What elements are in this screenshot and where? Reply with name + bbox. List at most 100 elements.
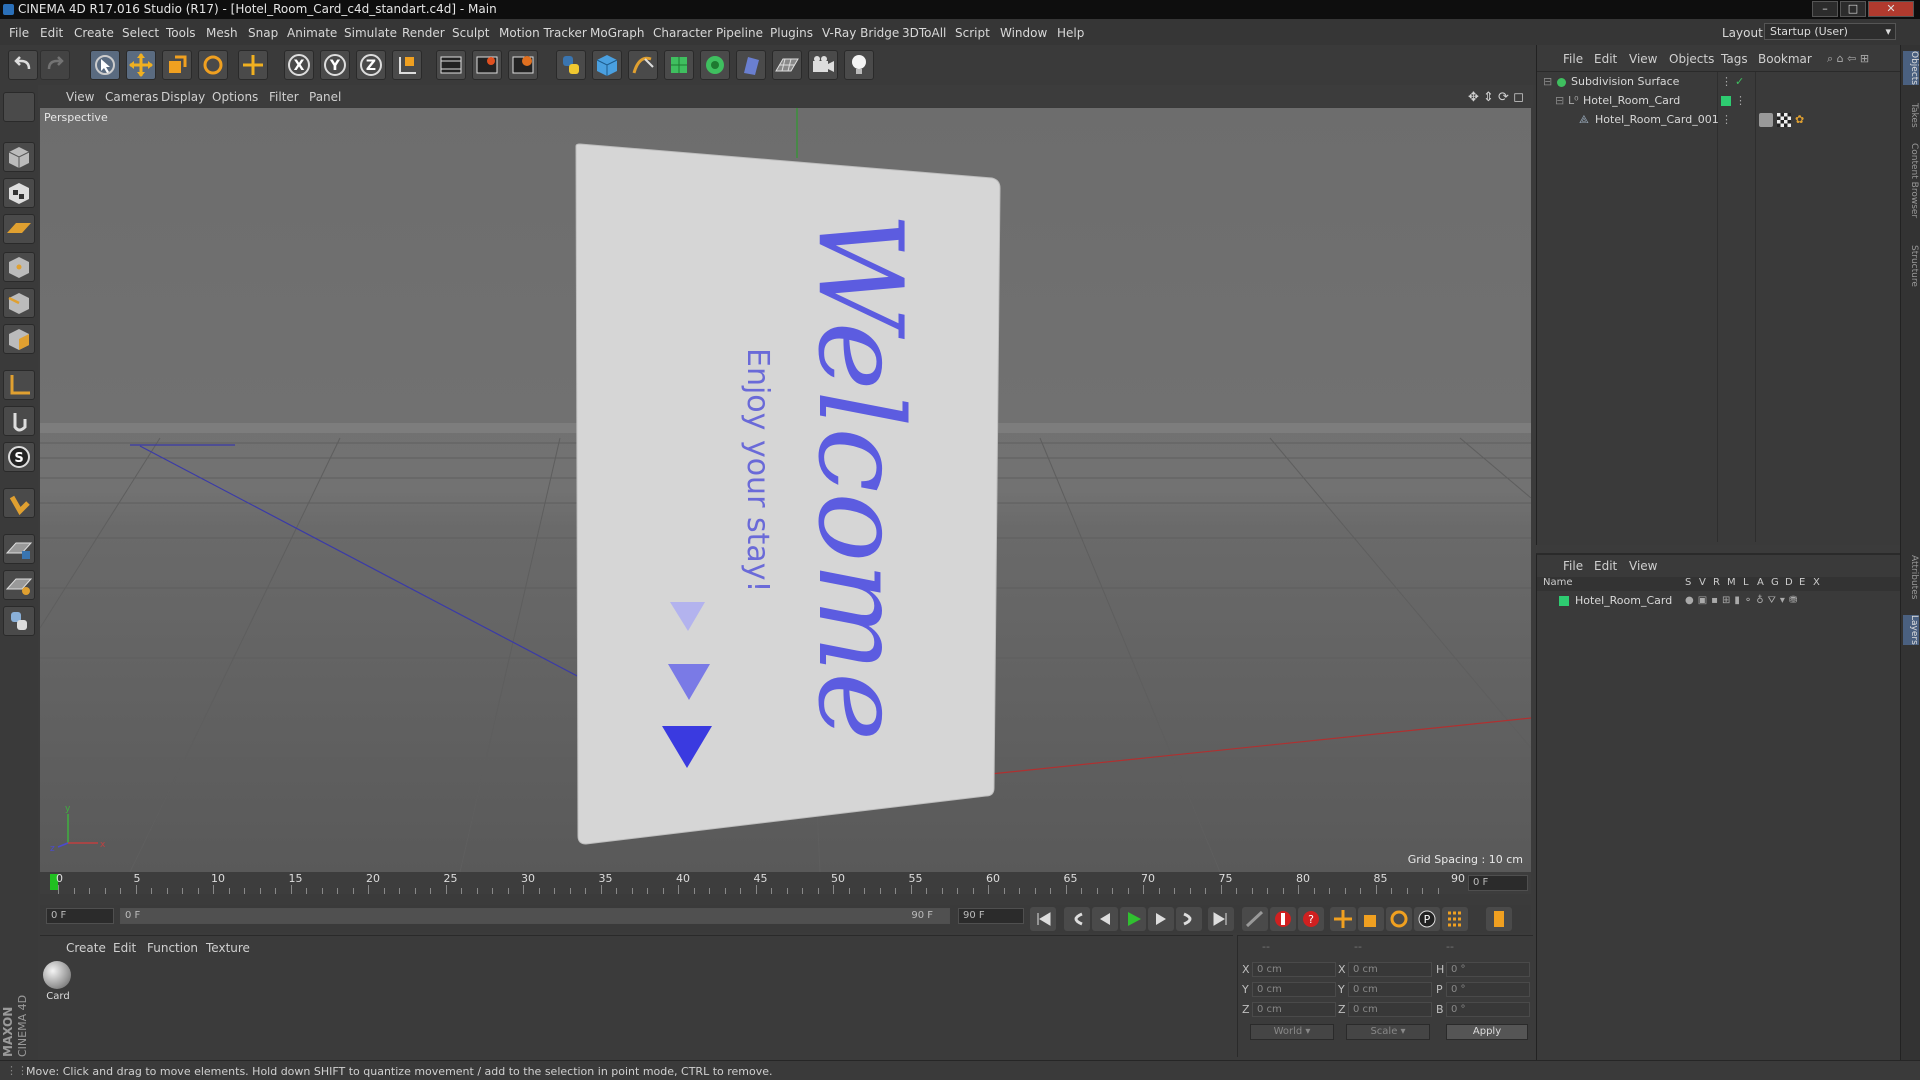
menu-pipeline[interactable]: Pipeline	[716, 26, 763, 40]
preview-range-slider[interactable]: 0 F 90 F	[120, 908, 950, 924]
coord-size-x-field[interactable]: 0 cm	[1348, 962, 1432, 977]
deformer-icon[interactable]	[736, 50, 766, 80]
material-menu-function[interactable]: Function	[147, 941, 198, 955]
layer-row[interactable]: Hotel_Room_Card ●▣▪⊞▮⚬♁⛛▾⛃	[1537, 592, 1901, 610]
menu-simulate[interactable]: Simulate	[344, 26, 397, 40]
viewport-menu-display[interactable]: Display	[161, 90, 205, 104]
menu-3dtoall[interactable]: 3DToAll	[902, 26, 946, 40]
object-row-hotel-room-card-001[interactable]: ⟁ Hotel_Room_Card_001 ⋮ ✿	[1537, 111, 1901, 129]
menu-help[interactable]: Help	[1057, 26, 1084, 40]
3d-viewport[interactable]: Welcome Enjoy your stay! y x z Perspecti…	[40, 108, 1531, 872]
coord-pos-y-field[interactable]: 0 cm	[1252, 982, 1336, 997]
material-menu-texture[interactable]: Texture	[206, 941, 250, 955]
menu-plugins[interactable]: Plugins	[770, 26, 813, 40]
menu-mesh[interactable]: Mesh	[206, 26, 238, 40]
apply-button[interactable]: Apply	[1446, 1024, 1528, 1040]
viewport-menu-panel[interactable]: Panel	[309, 90, 341, 104]
phong-tag-icon[interactable]	[1759, 113, 1773, 127]
visibility-dots-icon[interactable]: ⋮	[1721, 73, 1732, 91]
side-tab-objects[interactable]: Objects	[1903, 51, 1919, 86]
current-frame-field[interactable]: 0 F	[1468, 875, 1528, 891]
coord-pos-x-field[interactable]: 0 cm	[1252, 962, 1336, 977]
python-icon[interactable]	[556, 50, 586, 80]
collapse-icon[interactable]: ⊟	[1543, 73, 1552, 91]
side-tab-takes[interactable]: Takes	[1903, 103, 1919, 128]
collapse-icon[interactable]: ⊟	[1555, 92, 1564, 110]
render-view-icon[interactable]	[436, 50, 466, 80]
pen-spline-icon[interactable]	[628, 50, 658, 80]
object-menu-bookmarks[interactable]: Bookmar	[1758, 52, 1812, 66]
visibility-dots-icon[interactable]: ⋮	[1721, 111, 1732, 129]
object-manager-search-icon[interactable]: ⌕ ⌂ ⇦ ⊞	[1827, 52, 1869, 66]
cube-object-icon[interactable]	[592, 50, 622, 80]
viewport-menu-filter[interactable]: Filter	[269, 90, 299, 104]
object-menu-objects[interactable]: Objects	[1669, 52, 1714, 66]
material-menu-edit[interactable]: Edit	[113, 941, 136, 955]
lock-workplane-icon[interactable]	[3, 534, 35, 564]
material-swatch[interactable]: Card	[43, 961, 73, 1007]
cloner-icon[interactable]	[700, 50, 730, 80]
z-axis-lock-icon[interactable]: Z	[356, 50, 386, 80]
make-editable-icon[interactable]	[3, 92, 35, 122]
side-tab-layers[interactable]: Layers	[1903, 615, 1919, 645]
object-row-subdivision-surface[interactable]: ⊟ Subdivision Surface ⋮ ✓	[1537, 73, 1901, 91]
coord-rot-h-field[interactable]: 0 °	[1446, 962, 1530, 977]
snapping-icon[interactable]: S	[3, 442, 35, 472]
object-row-hotel-room-card[interactable]: ⊟ L⁰ Hotel_Room_Card ⋮	[1537, 92, 1901, 110]
light-object-icon[interactable]	[844, 50, 874, 80]
move-tool-icon[interactable]	[126, 50, 156, 80]
python-script-icon[interactable]	[3, 606, 35, 636]
menu-select[interactable]: Select	[122, 26, 159, 40]
menu-animate[interactable]: Animate	[287, 26, 337, 40]
model-mode-icon[interactable]	[3, 142, 35, 172]
menu-snap[interactable]: Snap	[248, 26, 278, 40]
timeline-ruler[interactable]: 0 5 10 15 20 25 30 35 40 45 50 55 60 65 70 75 80 85 90 0 F	[40, 872, 1531, 894]
magnet-icon[interactable]	[3, 488, 35, 518]
y-axis-lock-icon[interactable]: Y	[320, 50, 350, 80]
visibility-dots-icon[interactable]: ⋮	[1735, 92, 1746, 110]
object-menu-tags[interactable]: Tags	[1721, 52, 1748, 66]
coord-size-y-field[interactable]: 0 cm	[1348, 982, 1432, 997]
object-menu-view[interactable]: View	[1629, 52, 1657, 66]
menu-render[interactable]: Render	[402, 26, 445, 40]
coord-rot-b-field[interactable]: 0 °	[1446, 1002, 1530, 1017]
scale-tool-icon[interactable]	[162, 50, 192, 80]
x-axis-lock-icon[interactable]: X	[284, 50, 314, 80]
render-picture-viewer-icon[interactable]	[472, 50, 502, 80]
viewport-navigation-icon[interactable]: ✥ ⇕ ⟳ ◻	[1468, 90, 1524, 105]
axis-mode-icon[interactable]	[3, 370, 35, 400]
maximize-button[interactable]: □	[1840, 1, 1866, 17]
redo-button[interactable]	[40, 50, 70, 80]
side-tab-attributes[interactable]: Attributes	[1903, 555, 1919, 599]
menu-tools[interactable]: Tools	[166, 26, 196, 40]
live-selection-icon[interactable]	[90, 50, 120, 80]
menu-script[interactable]: Script	[955, 26, 990, 40]
layer-menu-view[interactable]: View	[1629, 559, 1657, 573]
menu-create[interactable]: Create	[74, 26, 114, 40]
menu-sculpt[interactable]: Sculpt	[452, 26, 489, 40]
menu-mograph[interactable]: MoGraph	[590, 26, 645, 40]
menu-character[interactable]: Character	[653, 26, 712, 40]
enabled-check-icon[interactable]: ✓	[1735, 73, 1744, 91]
viewport-menu-options[interactable]: Options	[212, 90, 258, 104]
coordinate-mode-select[interactable]: World ▾	[1250, 1024, 1334, 1040]
side-tab-content-browser[interactable]: Content Browser	[1903, 143, 1919, 218]
menu-vray-bridge[interactable]: V-Ray Bridge	[822, 26, 899, 40]
material-menu-create[interactable]: Create	[66, 941, 106, 955]
close-button[interactable]: ✕	[1868, 1, 1914, 17]
texture-tag-icon[interactable]	[1777, 113, 1791, 127]
edges-mode-icon[interactable]	[3, 288, 35, 318]
selection-tag-icon[interactable]: ✿	[1795, 111, 1804, 129]
coord-rot-p-field[interactable]: 0 °	[1446, 982, 1530, 997]
object-menu-edit[interactable]: Edit	[1594, 52, 1617, 66]
menu-file[interactable]: File	[9, 26, 29, 40]
viewport-menu-cameras[interactable]: Cameras	[105, 90, 158, 104]
layout-select[interactable]: Startup (User) ▾	[1764, 23, 1896, 40]
points-mode-icon[interactable]	[3, 252, 35, 282]
menu-motion-tracker[interactable]: Motion Tracker	[499, 26, 587, 40]
floor-object-icon[interactable]	[772, 50, 802, 80]
workplane-mode-icon[interactable]	[3, 214, 35, 244]
object-menu-file[interactable]: File	[1563, 52, 1583, 66]
subdivision-surface-icon[interactable]	[664, 50, 694, 80]
polygons-mode-icon[interactable]	[3, 324, 35, 354]
